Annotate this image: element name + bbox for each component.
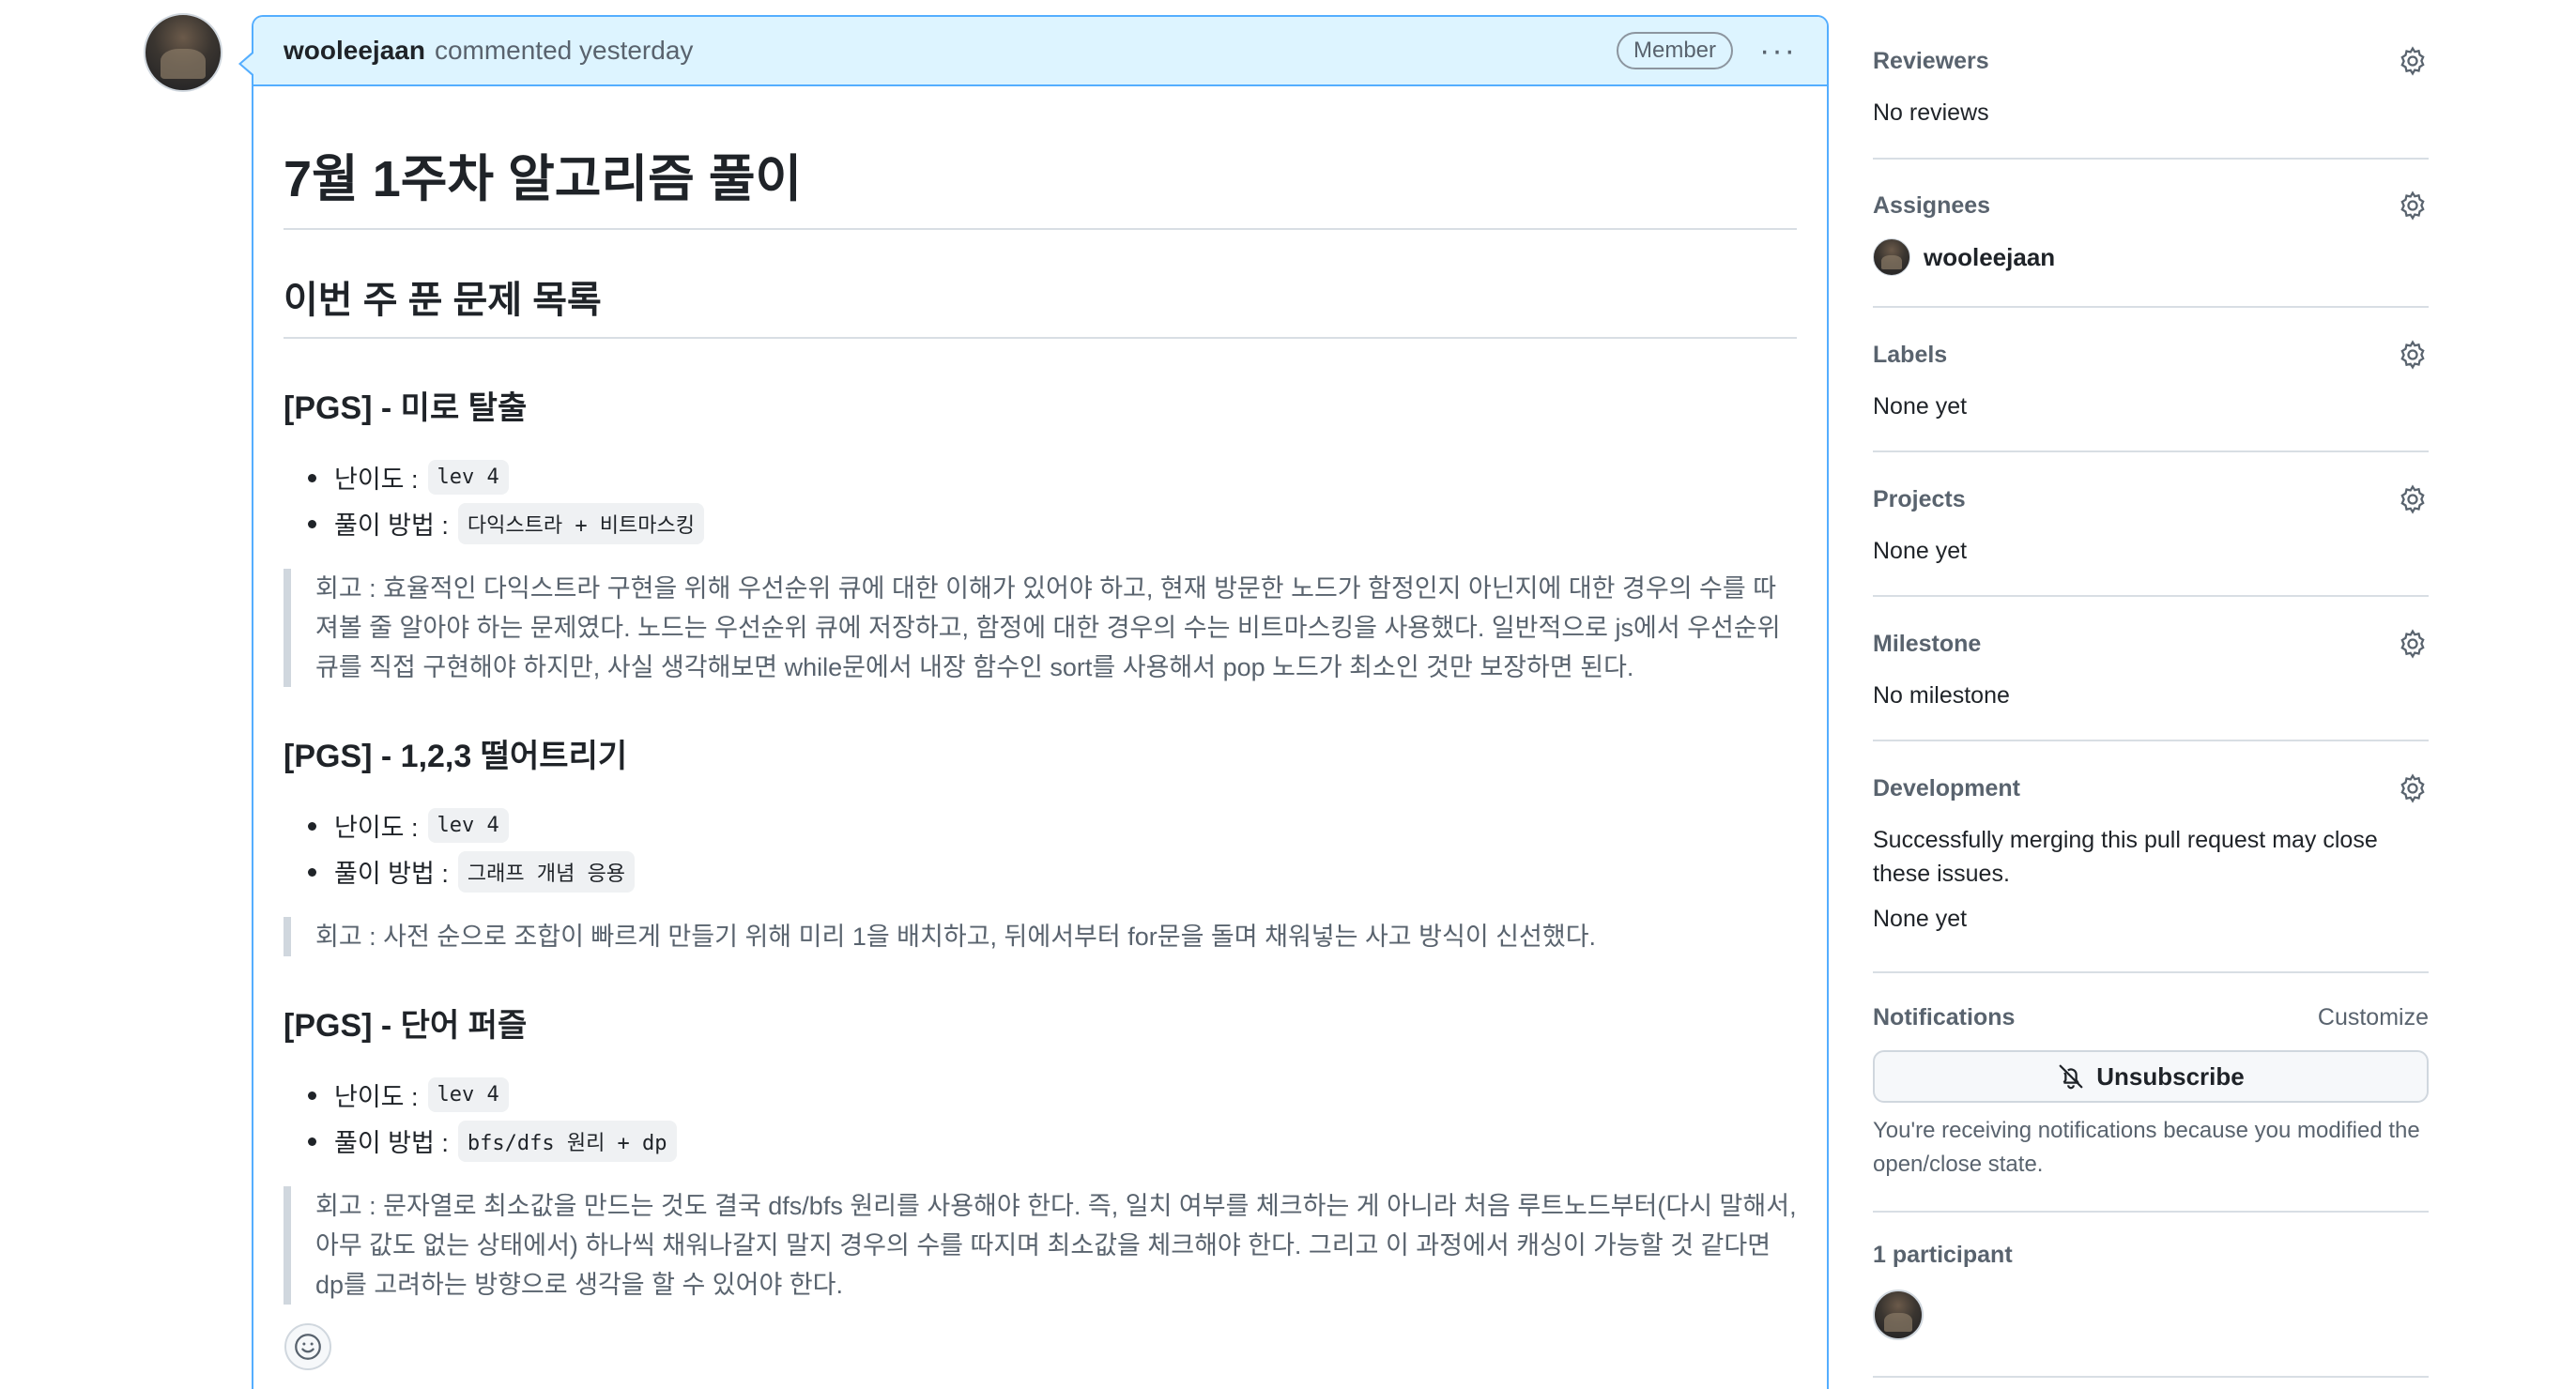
development-section: Development Successfully merging this pu… — [1873, 772, 2429, 973]
participants-label: 1 participant — [1873, 1242, 2013, 1268]
divider — [1873, 1376, 2429, 1378]
difficulty-label: 난이도 : — [334, 1083, 419, 1111]
comment-body: 7월 1주차 알고리즘 풀이 이번 주 푼 문제 목록 [PGS] - 미로 탈… — [284, 88, 1797, 1305]
unsubscribe-button[interactable]: Unsubscribe — [1873, 1050, 2429, 1103]
labels-section: Labels None yet — [1873, 339, 2429, 452]
notifications-label: Notifications — [1873, 1004, 2016, 1030]
development-value: None yet — [1873, 906, 1968, 932]
divider — [1873, 306, 2429, 308]
retro-quote: 회고 : 문자열로 최소값을 만드는 것도 결국 dfs/bfs 원리를 사용해… — [284, 1186, 1797, 1305]
gear-icon[interactable] — [2397, 772, 2429, 804]
method-code: 다익스트라 + 비트마스킹 — [457, 502, 705, 544]
divider — [1873, 740, 2429, 741]
problem-list-heading: 이번 주 푼 문제 목록 — [284, 269, 1797, 339]
difficulty-code: lev 4 — [427, 808, 509, 843]
comment-author[interactable]: wooleejaan — [284, 36, 425, 66]
list-item: 풀이 방법 : 그래프 개념 응용 — [308, 848, 1797, 894]
assignee-name[interactable]: wooleejaan — [1924, 243, 2055, 272]
method-code: 그래프 개념 응용 — [457, 850, 636, 893]
gear-icon[interactable] — [2397, 483, 2429, 515]
notifications-section: Notifications Customize Unsubscribe You'… — [1873, 1004, 2429, 1213]
kebab-horizontal-icon[interactable]: ··· — [1759, 33, 1797, 69]
add-reaction-button[interactable] — [284, 1323, 331, 1370]
divider — [1873, 595, 2429, 597]
method-label: 풀이 방법 : — [334, 1129, 449, 1157]
reviewers-section: Reviewers No reviews — [1873, 45, 2429, 160]
retro-quote: 회고 : 효율적인 다익스트라 구현을 위해 우선순위 큐에 대한 이해가 있어… — [284, 569, 1797, 687]
assignees-label[interactable]: Assignees — [1873, 192, 1990, 220]
difficulty-label: 난이도 : — [334, 466, 419, 494]
milestone-value: No milestone — [1873, 682, 2010, 709]
method-label: 풀이 방법 : — [334, 860, 449, 888]
divider — [1873, 158, 2429, 160]
milestone-section: Milestone No milestone — [1873, 628, 2429, 741]
development-description: Successfully merging this pull request m… — [1873, 827, 2378, 887]
gear-icon[interactable] — [2397, 190, 2429, 221]
problem-meta-list: 난이도 : lev 4 풀이 방법 : 그래프 개념 응용 — [284, 802, 1797, 894]
method-code: bfs/dfs 원리 + dp — [457, 1120, 677, 1162]
divider — [1873, 971, 2429, 973]
problem-heading: [PGS] - 단어 퍼즐 — [284, 1008, 528, 1044]
problem-heading: [PGS] - 1,2,3 떨어트리기 — [284, 739, 628, 774]
comment-header: wooleejaan commented yesterday Member ··… — [253, 17, 1827, 86]
problem-heading: [PGS] - 미로 탈출 — [284, 390, 528, 426]
notification-reason: You're receiving notifications because y… — [1873, 1118, 2420, 1177]
projects-label[interactable]: Projects — [1873, 486, 1966, 513]
comment-box: wooleejaan commented yesterday Member ··… — [238, 15, 1829, 1389]
smiley-icon — [295, 1334, 321, 1360]
labels-label[interactable]: Labels — [1873, 342, 1947, 369]
list-item: 난이도 : lev 4 — [308, 454, 1797, 500]
difficulty-label: 난이도 : — [334, 814, 419, 842]
comment-timestamp: commented yesterday — [434, 36, 694, 65]
gear-icon[interactable] — [2397, 339, 2429, 371]
list-item: 풀이 방법 : bfs/dfs 원리 + dp — [308, 1118, 1797, 1164]
method-label: 풀이 방법 : — [334, 511, 449, 540]
participants-section: 1 participant — [1873, 1242, 2429, 1378]
gear-icon[interactable] — [2397, 628, 2429, 660]
list-item: 난이도 : lev 4 — [308, 802, 1797, 848]
divider — [1873, 1211, 2429, 1213]
divider — [1873, 450, 2429, 452]
member-badge: Member — [1617, 32, 1734, 69]
reviewers-value: No reviews — [1873, 99, 1989, 126]
unsubscribe-label: Unsubscribe — [2096, 1061, 2245, 1091]
list-item: 난이도 : lev 4 — [308, 1072, 1797, 1118]
customize-link[interactable]: Customize — [2318, 1004, 2429, 1031]
assignees-section: Assignees wooleejaan — [1873, 190, 2429, 308]
participant-avatar[interactable] — [1873, 1290, 1924, 1340]
problem-meta-list: 난이도 : lev 4 풀이 방법 : bfs/dfs 원리 + dp — [284, 1072, 1797, 1164]
author-avatar[interactable] — [144, 13, 222, 92]
problem-meta-list: 난이도 : lev 4 풀이 방법 : 다익스트라 + 비트마스킹 — [284, 454, 1797, 546]
projects-section: Projects None yet — [1873, 483, 2429, 597]
assignee-item[interactable]: wooleejaan — [1873, 238, 2429, 276]
list-item: 풀이 방법 : 다익스트라 + 비트마스킹 — [308, 500, 1797, 546]
reviewers-label[interactable]: Reviewers — [1873, 48, 1989, 75]
bell-slash-icon — [2059, 1064, 2083, 1090]
difficulty-code: lev 4 — [427, 460, 509, 495]
avatar — [1873, 238, 1910, 276]
difficulty-code: lev 4 — [427, 1077, 509, 1112]
retro-quote: 회고 : 사전 순으로 조합이 빠르게 만들기 위해 미리 1을 배치하고, 뒤… — [284, 917, 1797, 956]
projects-value: None yet — [1873, 538, 1968, 564]
comment-title: 7월 1주차 알고리즘 풀이 — [284, 137, 1797, 230]
development-label[interactable]: Development — [1873, 775, 2020, 802]
labels-value: None yet — [1873, 393, 1968, 420]
gear-icon[interactable] — [2397, 45, 2429, 77]
milestone-label[interactable]: Milestone — [1873, 631, 1981, 658]
